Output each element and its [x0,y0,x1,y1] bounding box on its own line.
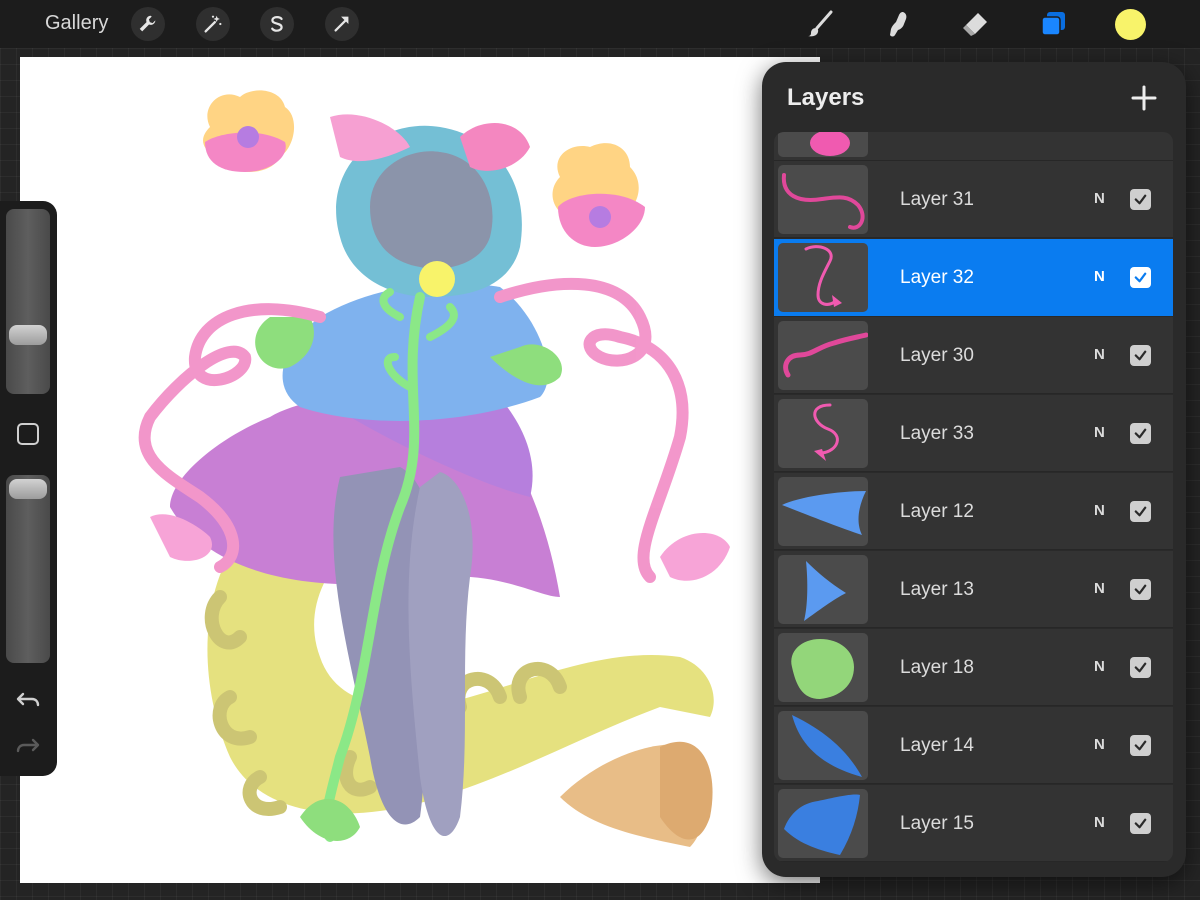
layer-name: Layer 18 [900,657,974,678]
layer-row-partial[interactable] [774,132,1173,161]
layer-name: Layer 13 [900,579,974,600]
blend-mode-button[interactable]: N [1094,268,1105,285]
visibility-checkbox[interactable] [1130,423,1151,444]
gallery-button[interactable]: Gallery [45,12,108,35]
adjustments-magic-wand-icon[interactable] [196,7,230,41]
brush-icon[interactable] [802,6,838,42]
blend-mode-button[interactable]: N [1094,424,1105,441]
layer-name: Layer 15 [900,813,974,834]
selection-s-icon[interactable] [260,7,294,41]
opacity-handle[interactable] [9,479,47,499]
drawing-canvas[interactable] [20,57,820,883]
blend-mode-button[interactable]: N [1094,502,1105,519]
layer-thumbnail [778,165,868,234]
color-picker-swatch[interactable] [1115,9,1146,40]
layer-row-15[interactable]: Layer 15 N [774,785,1173,862]
undo-icon[interactable] [14,686,42,714]
visibility-checkbox[interactable] [1130,657,1151,678]
visibility-checkbox[interactable] [1130,813,1151,834]
blend-mode-button[interactable]: N [1094,658,1105,675]
brush-size-slider[interactable] [6,209,50,394]
redo-icon[interactable] [14,732,42,760]
smudge-icon[interactable] [880,6,916,42]
layer-name: Layer 12 [900,501,974,522]
blend-mode-button[interactable]: N [1094,346,1105,363]
layers-list: Layer 31 N Layer 32 N Layer 30 N Layer 3… [774,132,1173,862]
left-sidebar [0,201,57,776]
opacity-slider[interactable] [6,475,50,663]
visibility-checkbox[interactable] [1130,267,1151,288]
layer-thumbnail [778,477,868,546]
layer-name: Layer 33 [900,423,974,444]
artwork-illustration [138,90,730,847]
layer-row-12[interactable]: Layer 12 N [774,473,1173,550]
visibility-checkbox[interactable] [1130,501,1151,522]
transform-arrow-icon[interactable] [325,7,359,41]
layer-name: Layer 30 [900,345,974,366]
layer-thumbnail [778,132,868,157]
layer-thumbnail [778,789,868,858]
visibility-checkbox[interactable] [1130,735,1151,756]
layer-row-30[interactable]: Layer 30 N [774,317,1173,394]
eraser-icon[interactable] [957,6,993,42]
visibility-checkbox[interactable] [1130,579,1151,600]
layer-thumbnail [778,555,868,624]
layer-name: Layer 32 [900,267,974,288]
layer-thumbnail [778,321,868,390]
layer-row-18[interactable]: Layer 18 N [774,629,1173,706]
blend-mode-button[interactable]: N [1094,190,1105,207]
visibility-checkbox[interactable] [1130,345,1151,366]
modify-button[interactable] [17,423,39,445]
top-toolbar: Gallery [0,0,1200,48]
layer-row-13[interactable]: Layer 13 N [774,551,1173,628]
layer-thumbnail [778,243,868,312]
layers-panel: Layers Layer 31 N Layer 32 N Layer 30 N … [762,62,1186,877]
actions-wrench-icon[interactable] [131,7,165,41]
layers-icon[interactable] [1035,6,1071,42]
layer-thumbnail [778,399,868,468]
layer-name: Layer 14 [900,735,974,756]
blend-mode-button[interactable]: N [1094,580,1105,597]
layers-panel-title: Layers [787,84,865,111]
brush-size-handle[interactable] [9,325,47,345]
blend-mode-button[interactable]: N [1094,736,1105,753]
layer-thumbnail [778,711,868,780]
layer-row-31[interactable]: Layer 31 N [774,161,1173,238]
layer-row-14[interactable]: Layer 14 N [774,707,1173,784]
layer-thumbnail [778,633,868,702]
layer-row-32[interactable]: Layer 32 N [774,239,1173,316]
add-layer-plus-icon[interactable] [1128,82,1160,114]
layer-row-33[interactable]: Layer 33 N [774,395,1173,472]
visibility-checkbox[interactable] [1130,189,1151,210]
blend-mode-button[interactable]: N [1094,814,1105,831]
layer-name: Layer 31 [900,189,974,210]
